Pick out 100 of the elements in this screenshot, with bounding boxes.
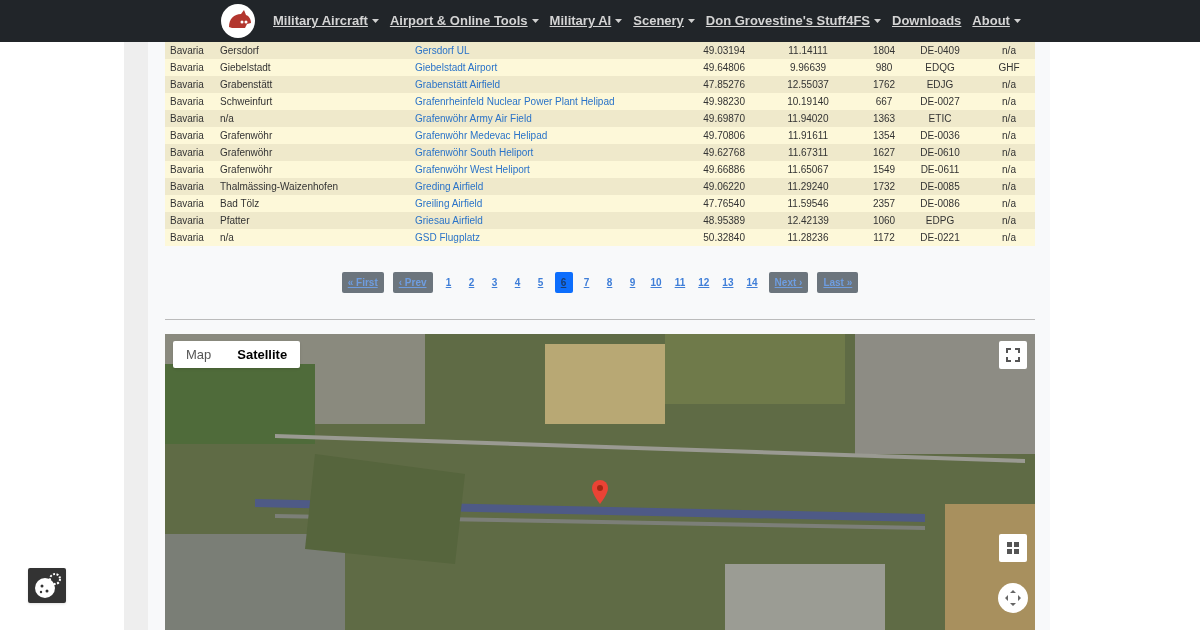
table-cell-text: Bavaria	[169, 146, 205, 160]
table-cell-text: Grafenwöhr	[220, 146, 274, 160]
map-type-tab[interactable]: Satellite	[224, 341, 301, 368]
table-cell-text: 47.85276	[702, 78, 745, 92]
table-cell-text: Giebelstadt	[220, 61, 272, 75]
map-marker-icon	[592, 480, 608, 504]
table-cell-text: 667	[874, 95, 894, 109]
table-cell-text: Bavaria	[169, 180, 205, 194]
table-cell-text: Bavaria	[169, 44, 205, 58]
table-cell-text: DE-0409	[919, 44, 961, 58]
map-layers-button[interactable]	[999, 534, 1027, 562]
table-cell-text: Bavaria	[169, 231, 205, 245]
table-cell-text: n/a	[1001, 44, 1017, 58]
table-cell-text: 49.66886	[702, 163, 745, 177]
airport-link[interactable]: Greiling Airfield	[415, 196, 645, 211]
table-cell-text: ETIC	[927, 112, 953, 126]
map-type-tab[interactable]: Map	[173, 341, 225, 368]
grid-icon	[1007, 542, 1019, 554]
table-cell-text: 11.94020	[786, 112, 830, 126]
table-cell-text: 49.06220	[702, 180, 745, 194]
table-cell-text: 49.64806	[702, 61, 745, 75]
table-cell-text: Bavaria	[169, 129, 205, 143]
nav-link[interactable]: Military Aircraft	[273, 11, 379, 31]
table-cell-text: 12.55037	[786, 78, 830, 92]
page-link[interactable]: 9	[623, 271, 642, 293]
airport-link[interactable]: Grafenwöhr West Heliport	[415, 162, 645, 177]
nav-link[interactable]: Scenery	[633, 11, 695, 31]
table-cell-text: Thalmässing-Waizenhofen	[220, 180, 340, 194]
airport-link[interactable]: Griesau Airfield	[415, 213, 645, 228]
table-cell-text: 2357	[871, 197, 897, 211]
page-link[interactable]: 8	[600, 271, 619, 293]
airport-link[interactable]: Greding Airfield	[415, 179, 645, 194]
airport-link[interactable]: GSD Flugplatz	[415, 230, 645, 245]
airport-link[interactable]: Gersdorf UL	[415, 43, 645, 58]
table-cell-text: 50.32840	[702, 231, 745, 245]
nav-link[interactable]: About	[972, 11, 1021, 31]
table-cell-text: Bavaria	[169, 197, 205, 211]
table-cell-text: 1060	[871, 214, 897, 228]
fullscreen-icon	[1006, 348, 1020, 362]
table-cell-text: Bavaria	[169, 78, 205, 92]
table-cell-text: Grafenwöhr	[220, 163, 274, 177]
table-cell-text: 1627	[871, 146, 897, 160]
airport-link[interactable]: Grafenwöhr Medevac Helipad	[415, 128, 645, 143]
table-cell-text: Bavaria	[169, 61, 205, 75]
nav-link[interactable]: Airport & Online Tools	[389, 11, 539, 31]
table-cell-text: n/a	[220, 112, 235, 126]
dragon-logo-icon[interactable]	[220, 3, 256, 39]
airport-link[interactable]: Grafenwöhr South Heliport	[415, 145, 645, 160]
table-cell-text: 1363	[871, 112, 897, 126]
table-cell-text: Bavaria	[169, 112, 205, 126]
table-cell-text: DE-0085	[919, 180, 961, 194]
table-cell-text: DE-0611	[919, 163, 961, 177]
page-link[interactable]: 2	[462, 271, 481, 293]
table-cell-text: 49.62768	[702, 146, 745, 160]
table-cell-text: 1762	[871, 78, 897, 92]
page-link[interactable]: 7	[577, 271, 596, 293]
airport-link[interactable]: Grafenwöhr Army Air Field	[415, 111, 645, 126]
cookie-settings-button[interactable]	[28, 568, 66, 603]
table-cell-text: EDJG	[925, 78, 955, 92]
table-cell-text: 49.98230	[702, 95, 745, 109]
map-view[interactable]: Map Satellite	[165, 334, 1035, 630]
table-cell-text: 11.29240	[786, 180, 830, 194]
table-cell-text: GHF	[997, 61, 1021, 75]
airport-link[interactable]: Grabenstätt Airfield	[415, 77, 645, 92]
table-cell-text: 11.91611	[786, 129, 830, 143]
table-cell-text: n/a	[1001, 146, 1017, 160]
table-cell-text: Gersdorf	[220, 44, 260, 58]
page-link[interactable]: 5	[531, 271, 550, 293]
table-cell-text: 47.76540	[702, 197, 745, 211]
table-cell-text: Grabenstätt	[220, 78, 274, 92]
table-cell-text: 49.69870	[702, 112, 745, 126]
table-cell-text: 49.03194	[702, 44, 745, 58]
page-link[interactable]: 10	[646, 271, 666, 293]
page-link[interactable]: 11	[670, 271, 690, 293]
page-link[interactable]: 14	[742, 271, 762, 293]
table-cell-text: DE-0036	[919, 129, 961, 143]
nav-link[interactable]: Don Grovestine's Stuff4FS	[705, 11, 881, 31]
table-cell-text: 1172	[872, 231, 896, 245]
page-link[interactable]: 4	[508, 271, 527, 293]
table-cell-text: 1804	[871, 44, 897, 58]
airport-link[interactable]: Giebelstadt Airport	[415, 60, 645, 75]
page-link[interactable]: 12	[694, 271, 714, 293]
table-cell-text: Grafenwöhr	[220, 129, 274, 143]
table-cell-text: 10.19140	[786, 95, 830, 109]
table-cell-text: Bad Tölz	[220, 197, 261, 211]
table-cell-text: Bavaria	[169, 214, 205, 228]
table-cell-text: n/a	[1001, 112, 1017, 126]
page-link[interactable]: 6	[554, 271, 573, 293]
nav-link[interactable]: Downloads	[892, 11, 962, 31]
table-cell-text: n/a	[1001, 129, 1017, 143]
nav-link[interactable]: Military AI	[549, 11, 623, 31]
table-cell-text: 980	[874, 61, 894, 75]
fullscreen-button[interactable]	[999, 341, 1027, 369]
table-cell-text: 1354	[871, 129, 897, 143]
page-link[interactable]: 13	[718, 271, 738, 293]
airport-link[interactable]: Grafenrheinfeld Nuclear Power Plant Helipad	[415, 94, 645, 109]
page-link[interactable]: 3	[485, 271, 504, 293]
page-link[interactable]: 1	[439, 271, 458, 293]
table-cell-text: 1549	[871, 163, 897, 177]
table-cell-text: EDPG	[924, 214, 956, 228]
